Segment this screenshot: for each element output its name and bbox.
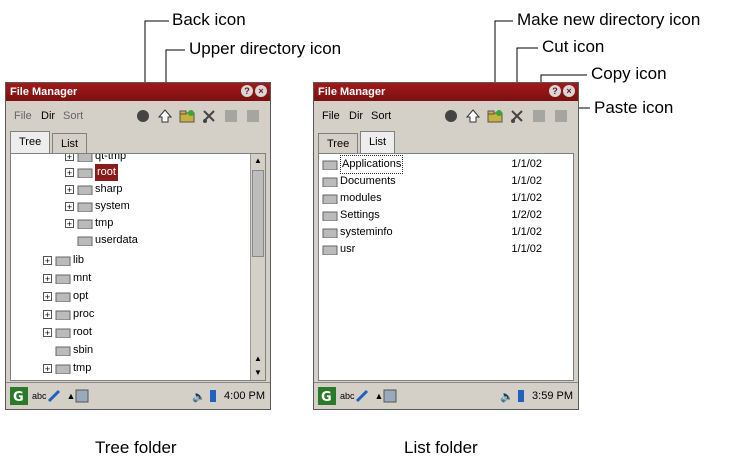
- svg-text:G: G: [13, 390, 24, 405]
- tree-item[interactable]: userdata: [77, 232, 138, 249]
- app-icon[interactable]: [383, 389, 397, 403]
- menu-dir[interactable]: Dir: [349, 110, 363, 122]
- keyboard-toggle-icon[interactable]: ▲: [375, 391, 384, 401]
- list-item[interactable]: Applications 1/1/02: [322, 155, 562, 174]
- speaker-icon[interactable]: 🔈: [500, 390, 514, 403]
- paste-icon-callout: Paste icon: [594, 98, 674, 117]
- scroll-up-icon[interactable]: ▲: [251, 352, 265, 366]
- tab-row: Tree List: [6, 131, 270, 153]
- paste-icon[interactable]: [244, 107, 262, 125]
- pen-icon[interactable]: [355, 389, 369, 403]
- menu-sort[interactable]: Sort: [371, 110, 391, 122]
- svg-text:G: G: [321, 390, 332, 405]
- make-new-directory-icon[interactable]: [486, 107, 504, 125]
- tab-list[interactable]: List: [52, 133, 88, 153]
- clock[interactable]: 3:59 PM: [532, 390, 573, 402]
- tree-item[interactable]: + proc: [43, 306, 94, 323]
- upper-directory-icon-callout: Upper directory icon: [189, 39, 342, 58]
- tree-item[interactable]: +usr: [43, 378, 88, 380]
- tab-list[interactable]: List: [360, 131, 396, 153]
- copy-icon[interactable]: [222, 107, 240, 125]
- paste-icon[interactable]: [552, 107, 570, 125]
- cut-icon-callout: Cut icon: [542, 37, 605, 56]
- pen-icon[interactable]: [47, 389, 61, 403]
- cut-icon[interactable]: [200, 107, 218, 125]
- menu-bar: File Dir Sort: [6, 101, 270, 131]
- speaker-icon[interactable]: 🔈: [192, 390, 206, 403]
- tree-item[interactable]: + tmp: [65, 215, 113, 232]
- make-new-directory-icon-callout: Make new directory icon: [517, 10, 701, 29]
- app-title: File Manager: [318, 86, 386, 98]
- input-method[interactable]: abc: [340, 391, 355, 401]
- taskbar: G abc ▲ 🔈 4:00 PM: [6, 382, 270, 409]
- help-button[interactable]: ?: [549, 85, 561, 97]
- copy-icon-callout: Copy icon: [591, 64, 667, 83]
- list-folder-caption: List folder: [404, 438, 478, 457]
- list-item[interactable]: Documents 1/1/02: [322, 173, 562, 190]
- tree-item[interactable]: + system: [65, 198, 130, 215]
- battery-icon[interactable]: [208, 389, 218, 403]
- tree-item[interactable]: + root: [43, 324, 92, 341]
- input-method[interactable]: abc: [32, 391, 47, 401]
- help-button[interactable]: ?: [241, 85, 253, 97]
- vertical-scrollbar[interactable]: ▲ ▲ ▼: [250, 154, 265, 380]
- battery-icon[interactable]: [516, 389, 526, 403]
- tree-item[interactable]: sbin: [55, 342, 93, 359]
- app-title: File Manager: [10, 86, 78, 98]
- upper-directory-icon[interactable]: [156, 107, 174, 125]
- taskbar: G abc ▲ 🔈 3:59 PM: [314, 382, 578, 409]
- close-button[interactable]: ×: [255, 85, 267, 97]
- cut-icon[interactable]: [508, 107, 526, 125]
- tree-folder-caption: Tree folder: [95, 438, 177, 457]
- list-item[interactable]: systeminfo 1/1/02: [322, 224, 562, 241]
- close-button[interactable]: ×: [563, 85, 575, 97]
- title-bar: File Manager ? ×: [314, 83, 578, 101]
- copy-icon[interactable]: [530, 107, 548, 125]
- list-item[interactable]: Settings 1/2/02: [322, 207, 562, 224]
- title-bar: File Manager ? ×: [6, 83, 270, 101]
- menu-file[interactable]: File: [322, 110, 340, 122]
- home-icon[interactable]: G: [9, 386, 29, 406]
- tree-item-root-selected[interactable]: + root: [65, 164, 118, 181]
- tree-item[interactable]: + mnt: [43, 270, 91, 287]
- tree-folder-window: File Manager ? × File Dir Sort Tree List…: [5, 82, 271, 410]
- back-icon-callout: Back icon: [172, 10, 246, 29]
- tab-tree[interactable]: Tree: [318, 133, 359, 153]
- tree-item[interactable]: + lib: [43, 252, 84, 269]
- tab-tree[interactable]: Tree: [10, 131, 51, 153]
- list-view: Applications 1/1/02 Documents 1/1/02 modul…: [318, 153, 574, 381]
- scroll-down-icon[interactable]: ▼: [251, 366, 265, 380]
- tree-item[interactable]: + sharp: [65, 181, 123, 198]
- menu-bar: File Dir Sort: [314, 101, 578, 131]
- menu-dir[interactable]: Dir: [41, 110, 55, 122]
- app-icon[interactable]: [75, 389, 89, 403]
- make-new-directory-icon[interactable]: [178, 107, 196, 125]
- list-item[interactable]: modules 1/1/02: [322, 190, 562, 207]
- scroll-up-icon[interactable]: ▲: [251, 154, 265, 168]
- back-icon[interactable]: [442, 107, 460, 125]
- list-folder-window: File Manager ? × File Dir Sort Tree List…: [313, 82, 579, 410]
- scrollbar-thumb[interactable]: [252, 170, 264, 257]
- clock[interactable]: 4:00 PM: [224, 390, 265, 402]
- menu-sort[interactable]: Sort: [63, 110, 83, 122]
- back-icon[interactable]: [134, 107, 152, 125]
- upper-directory-icon[interactable]: [464, 107, 482, 125]
- keyboard-toggle-icon[interactable]: ▲: [67, 391, 76, 401]
- tree-item[interactable]: + tmp: [43, 360, 91, 377]
- menu-file[interactable]: File: [14, 110, 32, 122]
- tree-item[interactable]: + opt: [43, 288, 88, 305]
- tree-view: + qt-tmp + root + sharp + system + tmp userda…: [10, 153, 266, 381]
- home-icon[interactable]: G: [317, 386, 337, 406]
- tab-row: Tree List: [314, 131, 578, 153]
- list-item[interactable]: usr 1/1/02: [322, 241, 562, 258]
